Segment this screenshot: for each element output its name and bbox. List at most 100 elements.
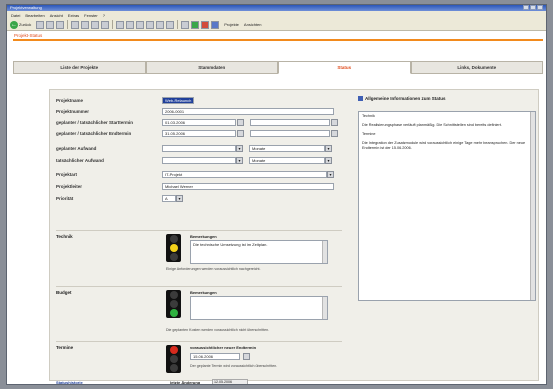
chevron-down-icon[interactable]: ▾ [327,170,334,178]
termine-due-input[interactable]: 15.06.2006 [190,353,240,360]
menu-item-hilfe[interactable]: ? [103,13,105,18]
toolbar-separator [112,20,114,29]
print-icon[interactable] [71,20,80,29]
menu-item-extras[interactable]: Extras [68,13,79,18]
find-icon[interactable] [146,20,155,29]
close-icon[interactable] [537,5,543,10]
projektart-select[interactable]: IT-Projekt [162,170,327,178]
label-prioritaet: Priorität [56,195,74,201]
calendar-icon[interactable] [331,118,338,126]
cut-icon[interactable] [91,20,100,29]
list-icon[interactable] [181,20,190,29]
sort-icon[interactable] [166,20,175,29]
signal-red-off [169,291,178,299]
paste-icon[interactable] [116,20,125,29]
scrollbar[interactable] [322,241,327,263]
end-actual-input[interactable] [250,129,330,137]
row-aufwand-tatsaechlich: tatsächlicher Aufwand ▾ Monate ▾ [56,156,332,164]
info-textarea[interactable]: Technik Die Realisierungsphase verläuft … [358,111,536,301]
technik-remarks-textarea[interactable]: Die technische Umsetzung ist im Zeitplan… [190,240,328,264]
copy-icon[interactable] [101,20,110,29]
info-paragraph: Die Integration der Zusatzmodule wird vo… [362,141,526,150]
label-endtermin: geplanter / tatsächlicher Endtermin [56,130,132,136]
save-icon[interactable] [56,20,65,29]
termine-hint: Der geplante Termin wird voraussichtlich… [190,364,278,368]
effort-actual-input[interactable] [162,156,236,164]
row-endtermin: geplanter / tatsächlicher Endtermin 31.0… [56,129,338,137]
traffic-light-termine[interactable] [166,345,181,373]
menu-item-bearbeiten[interactable]: Bearbeiten [25,13,44,18]
effort-actual-unit-select[interactable]: Monate [249,156,325,164]
redo-icon[interactable] [136,20,145,29]
window-title: Projektverwaltung [10,5,42,10]
menu-item-ansicht[interactable]: Ansicht [50,13,63,18]
signal-green-off [169,253,178,261]
budget-remarks-textarea[interactable] [190,296,328,320]
tab-links-dokumente[interactable]: Links, Dokumente [410,61,543,74]
help-icon[interactable] [211,20,220,29]
signal-yellow-off [169,355,178,363]
row-projektart: Projektart IT-Projekt ▾ [56,170,334,178]
signal-green-off [169,364,178,372]
statushistorie-link[interactable]: Statushistorie [56,380,83,384]
undo-icon[interactable] [126,20,135,29]
title-bar: Projektverwaltung [7,5,546,11]
back-label: Zurück [19,22,32,27]
calendar-icon[interactable] [237,118,244,126]
calendar-icon[interactable] [243,353,250,360]
tab-bar: Liste der Projekte Stammdaten Status Lin… [13,61,543,74]
menu-item-fenster[interactable]: Fenster [84,13,98,18]
row-aufwand-geplant: geplanter Aufwand ▾ Monate ▾ [56,144,332,152]
traffic-light-technik[interactable] [166,234,181,262]
effort-planned-unit-select[interactable]: Monate [249,144,325,152]
technik-hint: Einige Anforderungen werden voraussichtl… [166,267,261,271]
projektname-input[interactable]: Web-Relaunch [162,96,194,104]
back-arrow-icon: ← [10,20,18,29]
tab-stammdaten[interactable]: Stammdaten [145,61,278,74]
row-projektname: Projektname Web-Relaunch [56,96,194,104]
info-title: Allgemeine Informationen zum Status [365,96,446,101]
effort-planned-input[interactable] [162,144,236,152]
chevron-down-icon[interactable]: ▾ [325,156,332,164]
toolbar: ← Zurück Projekte Ansichten [7,19,546,31]
page-link-projekt-status[interactable]: Projekt-Status [14,33,42,38]
toolbar-tag-projekte[interactable]: Projekte [224,22,239,27]
info-header: Allgemeine Informationen zum Status [358,96,446,101]
info-paragraph: Technik [362,114,375,118]
refresh-icon[interactable] [191,20,200,29]
back-button[interactable]: ← Zurück [10,20,32,29]
preview-icon[interactable] [81,20,90,29]
tab-status[interactable]: Status [278,61,411,74]
menu-item-datei[interactable]: Datei [11,13,20,18]
projektleiter-input[interactable]: Michael Werner [162,182,334,190]
traffic-light-budget[interactable] [166,290,181,318]
toolbar-tag-ansichten[interactable]: Ansichten [244,22,262,27]
scrollbar[interactable] [322,297,327,319]
maximize-icon[interactable] [530,5,536,10]
technik-remarks-label: Bemerkungen [190,234,217,239]
toolbar-separator [67,20,69,29]
filter-icon[interactable] [156,20,165,29]
delete-icon[interactable] [201,20,210,29]
signal-red-on [169,346,178,354]
minimize-icon[interactable] [523,5,529,10]
budget-title: Budget [56,290,72,295]
calendar-icon[interactable] [237,129,244,137]
chevron-down-icon[interactable]: ▾ [176,194,183,202]
stepper-icon[interactable]: ▾ [236,144,243,152]
chevron-down-icon[interactable]: ▾ [325,144,332,152]
app-window: Projektverwaltung Datei Bearbeiten Ansic… [6,4,547,385]
calendar-icon[interactable] [331,129,338,137]
signal-red-off [169,235,178,243]
open-icon[interactable] [46,20,55,29]
new-icon[interactable] [36,20,45,29]
start-actual-input[interactable] [250,118,330,126]
label-projektnummer: Projektnummer [56,108,90,114]
tab-projektliste[interactable]: Liste der Projekte [13,61,146,74]
scrollbar[interactable] [530,112,535,300]
start-planned-input[interactable]: 01.03.2006 [162,118,236,126]
stepper-icon[interactable]: ▾ [236,156,243,164]
prioritaet-select[interactable]: A [162,194,176,202]
projektnummer-input[interactable]: 2006-0001 [162,107,334,115]
end-planned-input[interactable]: 31.05.2006 [162,129,236,137]
